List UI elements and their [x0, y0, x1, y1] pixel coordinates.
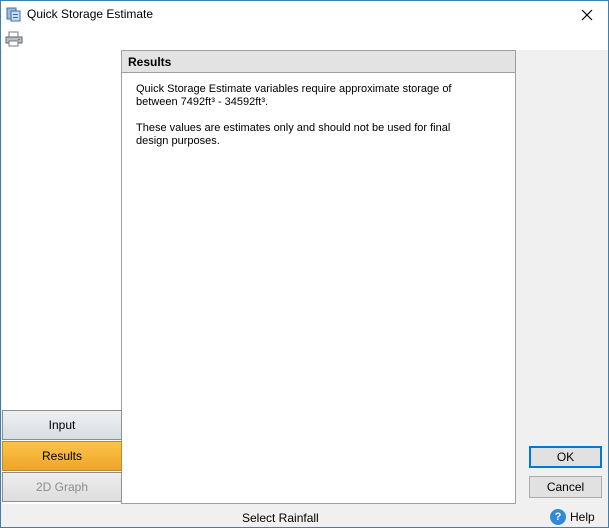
- printer-icon[interactable]: [5, 31, 23, 47]
- nav-2d-graph-button: 2D Graph: [2, 472, 122, 502]
- results-panel: Results Quick Storage Estimate variables…: [122, 50, 516, 504]
- help-label: Help: [570, 510, 595, 524]
- disclaimer-text: These values are estimates only and shou…: [136, 122, 451, 147]
- status-bar: Select Rainfall ? Help: [1, 506, 608, 528]
- cancel-button[interactable]: Cancel: [529, 476, 602, 498]
- help-icon: ?: [550, 509, 566, 525]
- ok-button[interactable]: OK: [529, 446, 602, 468]
- toolbar: [1, 28, 608, 50]
- left-navigation: Input Results 2D Graph: [2, 50, 122, 504]
- nav-results-button[interactable]: Results: [2, 441, 122, 471]
- storage-estimate-text: Quick Storage Estimate variables require…: [136, 83, 452, 108]
- status-text: Select Rainfall: [242, 511, 319, 525]
- title-bar: Quick Storage Estimate: [1, 1, 608, 28]
- app-icon: [6, 7, 21, 22]
- window-title: Quick Storage Estimate: [27, 7, 154, 21]
- panel-header: Results: [122, 51, 515, 73]
- close-button[interactable]: [566, 1, 608, 28]
- close-icon: [581, 9, 593, 20]
- quick-storage-estimate-window: Quick Storage Estimate Input Results 2D …: [0, 0, 609, 528]
- help-link[interactable]: ? Help: [550, 509, 595, 525]
- results-text: Quick Storage Estimate variables require…: [136, 83, 456, 161]
- nav-input-button[interactable]: Input: [2, 410, 122, 440]
